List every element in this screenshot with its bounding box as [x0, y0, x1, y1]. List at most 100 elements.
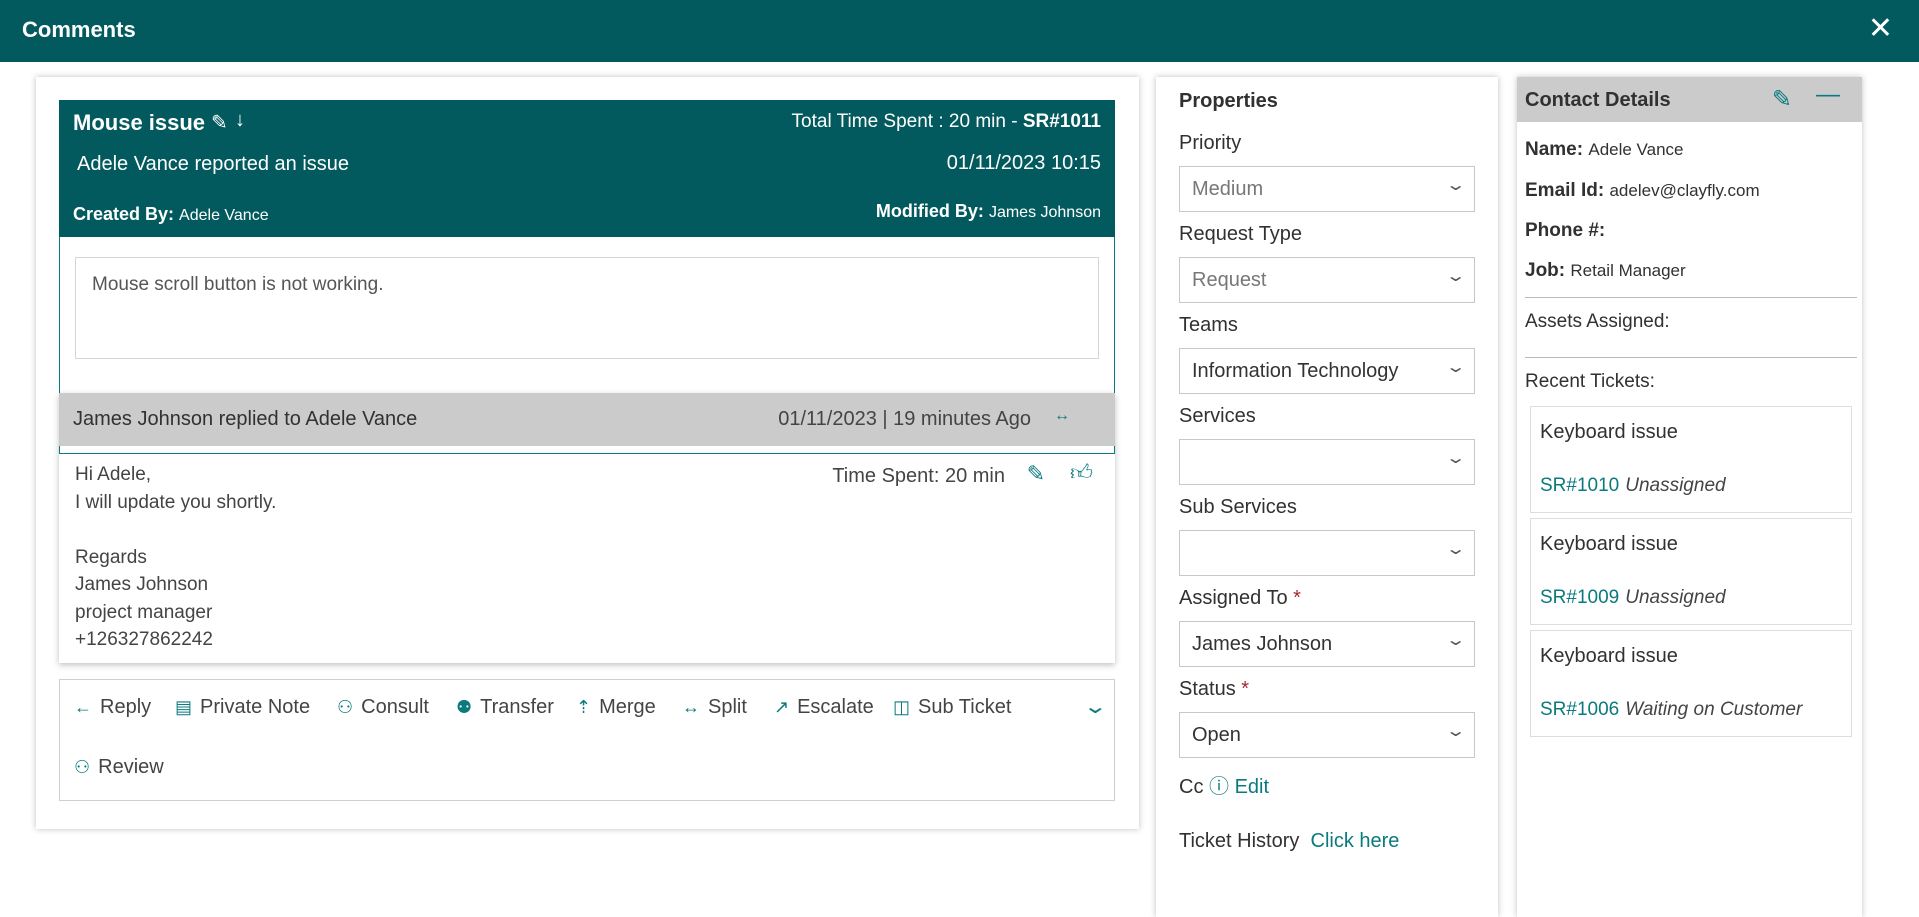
- contact-name: Name: Adele Vance: [1525, 139, 1684, 161]
- properties-title: Properties: [1179, 90, 1278, 112]
- comments-panel: Mouse issue ✎ ↓ Total Time Spent : 20 mi…: [36, 77, 1139, 829]
- ticket-id-link[interactable]: SR#1010: [1540, 475, 1619, 496]
- chevron-down-icon: ⌄: [1444, 632, 1467, 649]
- recent-tickets-label: Recent Tickets:: [1525, 371, 1655, 392]
- edit-icon[interactable]: ✎: [1027, 461, 1045, 487]
- ticket-title: Keyboard issue: [1540, 421, 1678, 443]
- contact-phone: Phone #:: [1525, 220, 1605, 242]
- contact-details-panel: Contact Details ✎ — Name: Adele Vance Em…: [1517, 77, 1862, 917]
- created-by-value: Adele Vance: [179, 207, 269, 224]
- reply-body: Hi Adele, I will update you shortly. Reg…: [75, 461, 276, 654]
- merge-button[interactable]: ⇡ Merge: [576, 696, 656, 719]
- like-icon[interactable]: 👍︎: [1070, 459, 1093, 486]
- ticket-id-link[interactable]: SR#1009: [1540, 587, 1619, 608]
- ticket-meta: SR#1009 Unassigned: [1540, 587, 1726, 609]
- close-icon[interactable]: ✕: [1868, 14, 1893, 44]
- ticket-id-link[interactable]: SR#1006: [1540, 699, 1619, 720]
- escalate-button[interactable]: ↗ Escalate: [774, 696, 874, 719]
- total-time: Total Time Spent : 20 min - SR#1011: [792, 111, 1101, 133]
- ticket-header: Mouse issue ✎ ↓ Total Time Spent : 20 mi…: [59, 100, 1115, 237]
- chevron-down-icon: ⌄: [1444, 359, 1467, 376]
- reply-line: James Johnson: [75, 574, 209, 595]
- split-button[interactable]: ↔ Split: [682, 696, 747, 719]
- sub-ticket-button[interactable]: ◫ Sub Ticket: [893, 696, 1011, 719]
- arrow-left-icon: ←: [74, 697, 92, 717]
- contact-job: Job: Retail Manager: [1525, 260, 1686, 282]
- consult-button[interactable]: ⚇ Consult: [337, 696, 429, 719]
- reply-button[interactable]: ← Reply: [74, 696, 151, 719]
- teams-select[interactable]: Information Technology ⌄: [1179, 348, 1475, 394]
- download-icon[interactable]: ↓: [235, 109, 245, 132]
- action-label: Sub Ticket: [918, 696, 1012, 718]
- request-type-select[interactable]: Request ⌄: [1179, 257, 1475, 303]
- chevron-down-icon[interactable]: ⌄: [1083, 694, 1108, 719]
- recent-ticket[interactable]: Keyboard issue SR#1010 Unassigned: [1530, 406, 1852, 513]
- phone-label: Phone #:: [1525, 220, 1606, 241]
- recent-ticket[interactable]: Keyboard issue SR#1009 Unassigned: [1530, 518, 1852, 625]
- transfer-button[interactable]: ⚉ Transfer: [456, 696, 554, 719]
- reply-line: +126327862242: [75, 629, 213, 650]
- services-label: Services: [1179, 405, 1256, 427]
- reply-header: James Johnson replied to Adele Vance 01/…: [59, 393, 1115, 446]
- reply-card: James Johnson replied to Adele Vance 01/…: [59, 393, 1115, 663]
- info-icon[interactable]: ⓘ: [1209, 776, 1229, 798]
- modified-by: Modified By: James Johnson: [876, 201, 1101, 222]
- modified-by-value: James Johnson: [988, 204, 1101, 221]
- private-note-button[interactable]: ▤ Private Note: [175, 696, 310, 719]
- ticket-status: Unassigned: [1625, 475, 1726, 496]
- name-value: Adele Vance: [1588, 140, 1684, 159]
- select-value: Information Technology: [1192, 360, 1399, 382]
- ticket-id: SR#1011: [1022, 111, 1101, 132]
- title-bar: Comments ✕: [0, 0, 1919, 62]
- chevron-down-icon: ⌄: [1444, 177, 1467, 194]
- priority-select[interactable]: Medium ⌄: [1179, 166, 1475, 212]
- select-value: Open: [1192, 724, 1241, 746]
- cc-label: Cc: [1179, 776, 1204, 798]
- sub-ticket-icon: ◫: [893, 697, 911, 717]
- status-label: Status *: [1179, 678, 1249, 701]
- chevron-down-icon: ⌄: [1444, 268, 1467, 285]
- expand-icon[interactable]: ↔: [1054, 407, 1070, 425]
- total-time-text: Total Time Spent : 20 min -: [791, 111, 1023, 132]
- edit-icon[interactable]: ✎: [1772, 85, 1792, 114]
- chevron-down-icon: ⌄: [1444, 541, 1467, 558]
- divider: [1525, 297, 1857, 298]
- transfer-icon: ⚉: [456, 697, 473, 717]
- properties-panel: Properties Priority Medium ⌄ Request Type…: [1156, 77, 1498, 917]
- note-icon: ▤: [175, 697, 193, 717]
- ticket-datetime: 01/11/2023 10:15: [946, 152, 1101, 174]
- reply-line: Regards: [75, 546, 147, 568]
- divider: [1525, 357, 1857, 358]
- edit-icon[interactable]: ✎: [211, 110, 228, 135]
- review-button[interactable]: ⚇ Review: [74, 756, 164, 779]
- ticket-history-row: Ticket History Click here: [1179, 830, 1399, 853]
- merge-icon: ⇡: [576, 697, 592, 717]
- ticket-history-link[interactable]: Click here: [1311, 830, 1400, 852]
- minimize-icon[interactable]: —: [1816, 81, 1840, 109]
- action-label: Split: [708, 696, 747, 718]
- created-by-label: Created By:: [73, 204, 175, 224]
- action-label: Private Note: [200, 696, 311, 718]
- reply-author: James Johnson replied to Adele Vance: [73, 408, 418, 430]
- reply-meta: 01/11/2023 | 19 minutes Ago: [778, 408, 1031, 430]
- reply-line: project manager: [75, 601, 213, 623]
- ticket-title: Keyboard issue: [1540, 645, 1678, 667]
- services-select[interactable]: ⌄: [1179, 439, 1475, 485]
- action-label: Transfer: [480, 696, 554, 718]
- action-bar: ← Reply ▤ Private Note ⚇ Consult ⚉ Transfer …: [59, 679, 1115, 801]
- recent-ticket[interactable]: Keyboard issue SR#1006 Waiting on Customer: [1530, 630, 1852, 737]
- reported-text: Adele Vance reported an issue: [77, 153, 350, 175]
- review-icon: ⚇: [74, 757, 91, 777]
- assigned-to-select[interactable]: James Johnson ⌄: [1179, 621, 1475, 667]
- ticket-title: Keyboard issue: [1540, 533, 1678, 555]
- action-label: Merge: [599, 696, 656, 718]
- ticket-history-label: Ticket History: [1179, 830, 1300, 852]
- status-select[interactable]: Open ⌄: [1179, 712, 1475, 758]
- request-type-label: Request Type: [1179, 223, 1303, 245]
- cc-edit-link[interactable]: Edit: [1235, 776, 1269, 798]
- required-marker: *: [1293, 587, 1301, 609]
- sub-services-select[interactable]: ⌄: [1179, 530, 1475, 576]
- assets-assigned-label: Assets Assigned:: [1525, 311, 1670, 332]
- action-label: Consult: [361, 696, 429, 718]
- reply-line: [75, 516, 276, 544]
